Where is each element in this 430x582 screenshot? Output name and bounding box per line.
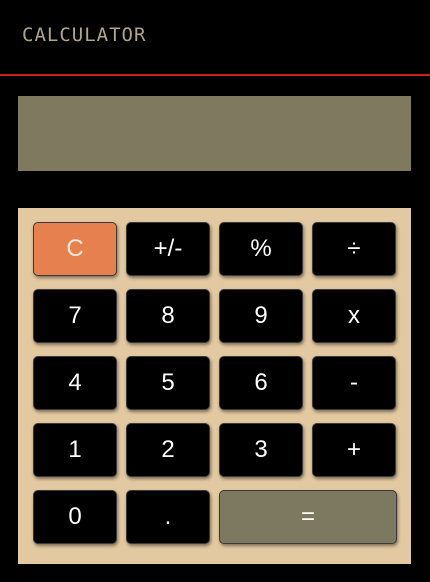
keypad: C +/- % ÷ 7 8 9 x 4 5 6 - 1 2 3 + 0 . =	[18, 208, 411, 564]
sign-toggle-button[interactable]: +/-	[126, 222, 210, 276]
digit-2-button[interactable]: 2	[126, 423, 210, 477]
calculator-app: CALCULATOR C +/- % ÷ 7 8 9 x 4 5 6 - 1 2…	[0, 0, 430, 582]
percent-button[interactable]: %	[219, 222, 303, 276]
app-title: CALCULATOR	[22, 24, 147, 46]
subtract-button[interactable]: -	[312, 356, 396, 410]
divide-button[interactable]: ÷	[312, 222, 396, 276]
digit-7-button[interactable]: 7	[33, 289, 117, 343]
equals-button[interactable]: =	[219, 490, 397, 544]
header: CALCULATOR	[0, 0, 430, 76]
digit-6-button[interactable]: 6	[219, 356, 303, 410]
digit-4-button[interactable]: 4	[33, 356, 117, 410]
clear-button[interactable]: C	[33, 222, 117, 276]
add-button[interactable]: +	[312, 423, 396, 477]
calculator-display	[18, 96, 411, 171]
multiply-button[interactable]: x	[312, 289, 396, 343]
digit-0-button[interactable]: 0	[33, 490, 117, 544]
digit-1-button[interactable]: 1	[33, 423, 117, 477]
decimal-button[interactable]: .	[126, 490, 210, 544]
digit-3-button[interactable]: 3	[219, 423, 303, 477]
digit-5-button[interactable]: 5	[126, 356, 210, 410]
digit-9-button[interactable]: 9	[219, 289, 303, 343]
digit-8-button[interactable]: 8	[126, 289, 210, 343]
